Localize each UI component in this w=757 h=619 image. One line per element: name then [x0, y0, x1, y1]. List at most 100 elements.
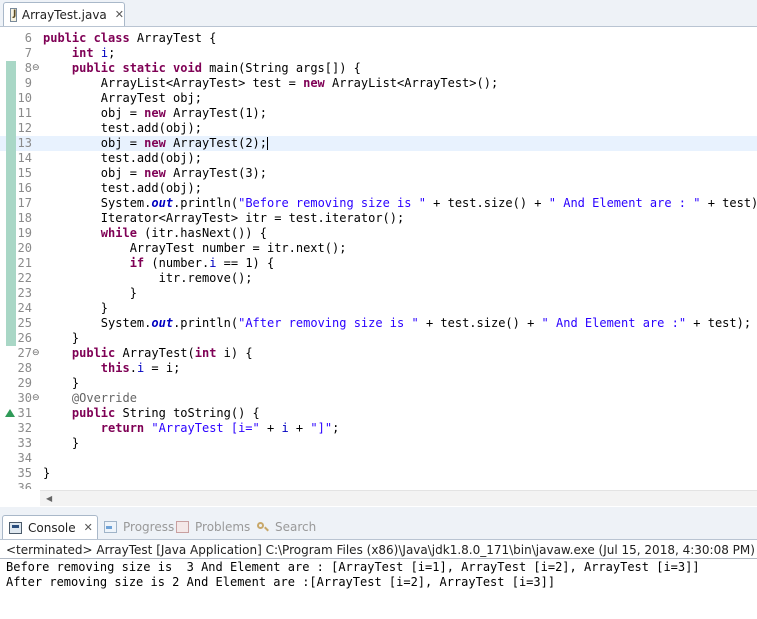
- code-line[interactable]: 17 System.out.println("Before removing s…: [0, 196, 757, 211]
- code-text[interactable]: public static void main(String args[]) {: [43, 61, 361, 76]
- code-text[interactable]: obj = new ArrayTest(1);: [43, 106, 267, 121]
- code-text[interactable]: System.out.println("After removing size …: [43, 316, 751, 331]
- code-text[interactable]: obj = new ArrayTest(3);: [43, 166, 267, 181]
- code-text[interactable]: obj = new ArrayTest(2);: [43, 136, 268, 151]
- code-line[interactable]: 36: [0, 481, 757, 489]
- code-text[interactable]: while (itr.hasNext()) {: [43, 226, 267, 241]
- code-line[interactable]: 28 this.i = i;: [0, 361, 757, 376]
- code-editor[interactable]: 6 public class ArrayTest {7 int i; 8 ⊖ publ…: [0, 27, 757, 489]
- tab-label: Console: [28, 520, 76, 535]
- code-text[interactable]: if (number.i == 1) {: [43, 256, 275, 271]
- code-text[interactable]: test.add(obj);: [43, 121, 202, 136]
- code-text[interactable]: ArrayTest number = itr.next();: [43, 241, 347, 256]
- code-text[interactable]: this.i = i;: [43, 361, 181, 376]
- code-line[interactable]: 23 }: [0, 286, 757, 301]
- code-line[interactable]: 19 while (itr.hasNext()) {: [0, 226, 757, 241]
- code-line[interactable]: 9 ArrayList<ArrayTest> test = new ArrayL…: [0, 76, 757, 91]
- code-line[interactable]: 16 test.add(obj);: [0, 181, 757, 196]
- tab-problems[interactable]: Problems: [170, 515, 250, 539]
- code-text[interactable]: Iterator<ArrayTest> itr = test.iterator(…: [43, 211, 404, 226]
- tab-search[interactable]: Search: [250, 515, 316, 539]
- code-text[interactable]: return "ArrayTest [i=" + i + "]";: [43, 421, 340, 436]
- code-text[interactable]: }: [43, 331, 79, 346]
- code-line[interactable]: 26 }: [0, 331, 757, 346]
- line-number: 36: [17, 481, 32, 489]
- code-text[interactable]: public class ArrayTest {: [43, 31, 216, 46]
- fold-collapse-icon[interactable]: ⊖: [32, 346, 40, 361]
- code-text[interactable]: public String toString() {: [43, 406, 260, 421]
- line-number: 23: [17, 286, 32, 300]
- code-text[interactable]: public ArrayTest(int i) {: [43, 346, 253, 361]
- code-line[interactable]: 8 ⊖ public static void main(String args[]…: [0, 61, 757, 76]
- line-number: 10: [17, 91, 32, 105]
- code-line[interactable]: 32 return "ArrayTest [i=" + i + "]";: [0, 421, 757, 436]
- code-line[interactable]: 11 obj = new ArrayTest(1);: [0, 106, 757, 121]
- code-text[interactable]: }: [43, 466, 50, 481]
- line-number: 18: [17, 211, 32, 225]
- line-number: 34: [17, 451, 32, 465]
- line-number: 30: [17, 391, 32, 405]
- code-text[interactable]: @Override: [43, 391, 137, 406]
- code-text[interactable]: ArrayTest obj;: [43, 91, 202, 106]
- scroll-left-icon[interactable]: ◀: [46, 494, 52, 503]
- code-line[interactable]: 25 System.out.println("After removing si…: [0, 316, 757, 331]
- line-number: 25: [17, 316, 32, 330]
- editor-tab-label: ArrayTest.java: [21, 7, 107, 22]
- code-line[interactable]: 13 obj = new ArrayTest(2);: [0, 136, 757, 151]
- code-line[interactable]: 29 }: [0, 376, 757, 391]
- code-line[interactable]: 12 test.add(obj);: [0, 121, 757, 136]
- tab-console[interactable]: Console ✕: [2, 515, 98, 539]
- line-number: 35: [17, 466, 32, 480]
- code-line[interactable]: 18 Iterator<ArrayTest> itr = test.iterat…: [0, 211, 757, 226]
- line-number: 33: [17, 436, 32, 450]
- fold-collapse-icon[interactable]: ⊖: [32, 61, 40, 76]
- code-line[interactable]: 24 }: [0, 301, 757, 316]
- line-number: 20: [17, 241, 32, 255]
- code-line[interactable]: 33 }: [0, 436, 757, 451]
- line-number: 21: [17, 256, 32, 270]
- code-line[interactable]: 34: [0, 451, 757, 466]
- fold-collapse-icon[interactable]: ⊖: [32, 391, 40, 406]
- code-line[interactable]: 35}: [0, 466, 757, 481]
- code-text[interactable]: }: [43, 301, 108, 316]
- code-text[interactable]: itr.remove();: [43, 271, 253, 286]
- console-separator: [0, 558, 757, 559]
- line-number: 19: [17, 226, 32, 240]
- code-text[interactable]: int i;: [43, 46, 115, 61]
- close-icon[interactable]: ✕: [84, 521, 93, 534]
- code-line[interactable]: 20 ArrayTest number = itr.next();: [0, 241, 757, 256]
- code-line[interactable]: 7 int i;: [0, 46, 757, 61]
- code-line[interactable]: 21 if (number.i == 1) {: [0, 256, 757, 271]
- code-line[interactable]: 22 itr.remove();: [0, 271, 757, 286]
- progress-icon: [104, 521, 117, 533]
- console-output-line: Before removing size is 3 And Element ar…: [6, 560, 700, 574]
- line-number: 32: [17, 421, 32, 435]
- horizontal-scrollbar[interactable]: ◀: [40, 490, 757, 506]
- line-number: 13: [17, 136, 32, 150]
- code-line[interactable]: 15 obj = new ArrayTest(3);: [0, 166, 757, 181]
- console-status: <terminated> ArrayTest [Java Application…: [6, 543, 755, 557]
- line-number: 6: [24, 31, 32, 45]
- code-text[interactable]: }: [43, 376, 79, 391]
- line-number: 12: [17, 121, 32, 135]
- tab-label: Problems: [195, 520, 251, 534]
- code-text[interactable]: test.add(obj);: [43, 181, 202, 196]
- code-line[interactable]: 10 ArrayTest obj;: [0, 91, 757, 106]
- code-text[interactable]: ArrayList<ArrayTest> test = new ArrayLis…: [43, 76, 498, 91]
- code-line[interactable]: 6 public class ArrayTest {: [0, 31, 757, 46]
- text-caret: [267, 137, 268, 150]
- code-text[interactable]: System.out.println("Before removing size…: [43, 196, 757, 211]
- console-body[interactable]: <terminated> ArrayTest [Java Application…: [0, 540, 757, 619]
- code-text[interactable]: }: [43, 436, 79, 451]
- line-number: 26: [17, 331, 32, 345]
- code-line[interactable]: 27 ⊖ public ArrayTest(int i) {: [0, 346, 757, 361]
- tab-progress[interactable]: Progress: [98, 515, 174, 539]
- line-number: 17: [17, 196, 32, 210]
- code-line[interactable]: 31 public String toString() {: [0, 406, 757, 421]
- code-text[interactable]: test.add(obj);: [43, 151, 202, 166]
- code-line[interactable]: 14 test.add(obj);: [0, 151, 757, 166]
- close-icon[interactable]: ✕: [115, 8, 124, 21]
- editor-tab-arraytest[interactable]: ArrayTest.java ✕: [3, 2, 125, 26]
- code-line[interactable]: 30 ⊖ @Override: [0, 391, 757, 406]
- code-text[interactable]: }: [43, 286, 137, 301]
